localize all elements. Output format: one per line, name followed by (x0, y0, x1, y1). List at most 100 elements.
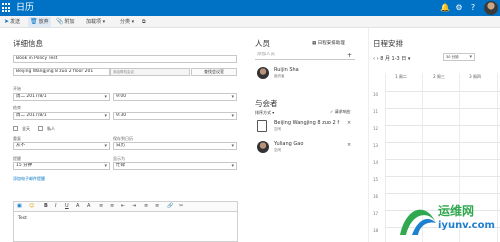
chevron-down-icon: ▾ (231, 94, 234, 100)
add-people-icon[interactable]: + (347, 52, 352, 59)
emoji-icon[interactable]: ☺ (29, 203, 34, 210)
end-time-picker[interactable]: 9:30 ▾ (113, 112, 237, 120)
hour-line (385, 159, 500, 160)
repeat-select[interactable]: 从不 ▾ (13, 142, 110, 150)
attach-button[interactable]: 📎附加 (56, 17, 75, 27)
allday-checkbox[interactable] (13, 126, 18, 131)
app-launcher-icon[interactable] (2, 3, 12, 13)
help-icon[interactable]: ? (466, 0, 480, 16)
insert-image-icon[interactable]: ▣ (17, 203, 22, 210)
body-text: Test (18, 216, 27, 221)
align-left-icon[interactable]: ≡ (144, 203, 148, 210)
bullets-icon[interactable]: ≡ (99, 203, 103, 210)
chevron-left-icon[interactable]: ‹ (373, 56, 375, 62)
chevron-right-icon[interactable]: › (377, 56, 379, 62)
hour-label: 15 (373, 177, 379, 182)
font-color-button[interactable]: A (87, 203, 90, 210)
calendar-icon: ▦ (312, 41, 317, 46)
hour-label: 10 (373, 92, 379, 97)
avatar (257, 67, 269, 79)
bell-icon[interactable]: 🔔 (438, 0, 452, 16)
online-meeting-hint[interactable]: 添加联机会议 (110, 68, 190, 76)
start-label: 开始 (13, 86, 21, 91)
clear-format-icon[interactable]: ✂ (179, 203, 183, 210)
chevron-down-icon: ▾ (231, 143, 234, 149)
italic-button[interactable]: I (55, 203, 56, 210)
scheduling-assistant-link[interactable]: ▦ 日程安排助理 (312, 40, 345, 46)
hour-label: 12 (373, 126, 379, 131)
location-input[interactable]: Beijing Wangjing 8 zuo 2 floor 201 (13, 68, 110, 76)
bold-button[interactable]: B (44, 203, 48, 210)
room-status: 空闲 (274, 127, 281, 131)
hour-label: 13 (373, 143, 379, 148)
body-editor[interactable]: Test (13, 211, 238, 242)
chevron-down-icon: ▾ (469, 54, 472, 60)
chevron-down-icon: ▾ (104, 113, 107, 119)
hour-line (385, 91, 500, 92)
hour-label: 16 (373, 194, 379, 199)
font-size-button[interactable]: A (76, 203, 79, 210)
discard-button[interactable]: 🗑放弃 (28, 17, 51, 27)
title-input[interactable]: Book in Policy Test (13, 55, 237, 63)
start-date-picker[interactable]: 周二 2017/8/1 ▾ (13, 93, 110, 101)
hour-line (385, 108, 500, 109)
date-range-nav[interactable]: ‹ › 8 月 1-3 日 ▾ (373, 55, 410, 62)
hour-line (385, 125, 500, 126)
hour-line (385, 142, 500, 143)
check-icon: ✓ (330, 109, 334, 114)
reminder-select[interactable]: 15 分钟 ▾ (13, 162, 110, 170)
discard-icon: 🗑 (30, 18, 38, 25)
chevron-down-icon: ▾ (104, 94, 107, 100)
calendar-select[interactable]: 日历 ▾ (113, 142, 237, 150)
day-header: 2 周三 (433, 74, 445, 79)
outdent-icon[interactable]: ⇤ (121, 203, 125, 210)
day-header: 1 周二 (395, 74, 407, 79)
attendee-name[interactable]: Yuliang Gao (274, 141, 303, 147)
hour-line (385, 176, 500, 177)
align-center-icon[interactable]: ≡ (155, 203, 159, 210)
remove-attendee-icon[interactable]: × (347, 142, 351, 148)
avatar[interactable] (484, 1, 498, 15)
link-icon[interactable]: 🔗 (167, 203, 173, 210)
editor-toolbar: ▣ ☺ B I U A A ≡ ≡ ⇤ ⇥ ≡ ≡ 🔗 ✂ (13, 201, 238, 211)
send-icon: ➤ (4, 18, 10, 25)
remove-room-icon[interactable]: × (347, 120, 351, 126)
indent-icon[interactable]: ⇥ (132, 203, 136, 210)
add-email-reminder-link[interactable]: 添加电子邮件提醒 (13, 176, 45, 182)
sort-dropdown[interactable]: 排序方式 ▾ (255, 110, 274, 116)
private-label: 私人 (47, 126, 55, 131)
end-date-picker[interactable]: 周二 2017/8/1 ▾ (13, 112, 110, 120)
numbering-icon[interactable]: ≡ (110, 203, 114, 210)
show-as-select[interactable]: 忙碌 ▾ (113, 162, 237, 170)
find-room-button[interactable]: 查找会议室 (191, 68, 237, 76)
day-header: 3 周四 (469, 74, 481, 79)
attendee-status: 空闲 (274, 148, 281, 152)
popout-icon[interactable]: ⧉ (142, 17, 146, 27)
room-icon (257, 120, 267, 132)
request-response-toggle[interactable]: ✓ 请求响应 (330, 109, 351, 115)
categorize-button[interactable]: 分类 ▾ (120, 17, 134, 27)
gear-icon[interactable]: ⚙ (452, 0, 466, 16)
paperclip-icon: 📎 (56, 18, 64, 25)
send-button[interactable]: ➤发送 (4, 17, 20, 27)
allday-label: 全天 (22, 126, 30, 131)
underline-button[interactable]: U (65, 203, 69, 210)
organizer-name[interactable]: Ruijin Sha (274, 67, 299, 73)
details-heading: 详细信息 (13, 39, 43, 48)
start-time-picker[interactable]: 9:00 ▾ (113, 93, 237, 101)
chevron-down-icon: ▾ (104, 163, 107, 169)
command-bar: ➤发送 🗑放弃 📎附加 加载项 ▾ 分类 ▾ ⧉ (0, 16, 500, 28)
hour-line (385, 193, 500, 194)
add-people-input[interactable]: 添加人员 (255, 52, 355, 60)
add-in-button[interactable]: 加载项 ▾ (86, 17, 105, 27)
interval-select[interactable]: 30 分钟 ▾ (443, 53, 475, 61)
people-heading: 人员 (255, 39, 270, 48)
chevron-down-icon: ▾ (104, 143, 107, 149)
chevron-down-icon: ▾ (231, 163, 234, 169)
room-name[interactable]: Beijing Wangjing 8 zuo 2 f (274, 120, 339, 126)
private-checkbox[interactable] (38, 126, 43, 131)
hour-label: 18 (373, 228, 379, 233)
organizer-status: 组织者 (274, 74, 285, 78)
hour-label: 11 (373, 109, 379, 114)
schedule-heading: 日程安排 (373, 39, 403, 48)
